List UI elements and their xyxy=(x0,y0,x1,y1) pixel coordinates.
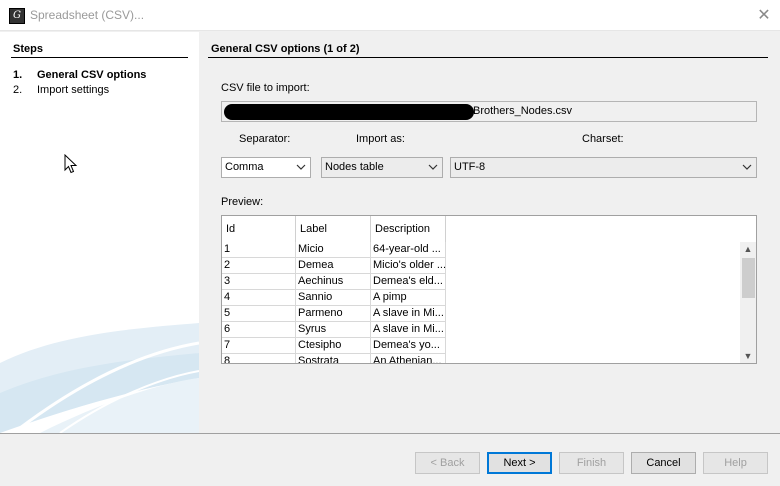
separator-select[interactable]: Comma xyxy=(221,157,311,178)
column-header-description[interactable]: Description xyxy=(371,216,446,242)
step-number: 2. xyxy=(13,84,23,96)
cancel-button[interactable]: Cancel xyxy=(631,452,696,474)
table-row[interactable]: 5 Parmeno A slave in Mi... xyxy=(222,306,446,322)
mouse-pointer-icon xyxy=(64,154,78,174)
back-button[interactable]: < Back xyxy=(415,452,480,474)
cell-description: Demea's yo... xyxy=(371,338,446,354)
title-bar: G Spreadsheet (CSV)... ✕ xyxy=(0,0,780,31)
cell-id: 5 xyxy=(222,306,296,322)
step-import-settings: 2. Import settings xyxy=(13,84,109,96)
chevron-down-icon xyxy=(742,164,752,170)
chevron-down-icon xyxy=(428,164,438,170)
cell-description: A slave in Mi... xyxy=(371,322,446,338)
app-logo-icon: G xyxy=(9,8,25,24)
file-name-text: Brothers_Nodes.csv xyxy=(473,105,573,117)
cell-label: Parmeno xyxy=(296,306,371,322)
cell-description: Micio's older ... xyxy=(371,258,446,274)
redacted-path xyxy=(224,104,474,120)
cell-id: 4 xyxy=(222,290,296,306)
cell-label: Aechinus xyxy=(296,274,371,290)
import-as-label: Import as: xyxy=(356,133,405,145)
window-title: Spreadsheet (CSV)... xyxy=(30,8,145,22)
table-row[interactable]: 6 Syrus A slave in Mi... xyxy=(222,322,446,338)
cell-id: 7 xyxy=(222,338,296,354)
close-icon[interactable]: ✕ xyxy=(749,5,779,27)
cell-id: 1 xyxy=(222,242,296,258)
chevron-down-icon xyxy=(296,164,306,170)
cell-description: An Athenian... xyxy=(371,354,446,363)
title-divider xyxy=(208,57,768,58)
steps-sidebar: Steps 1. General CSV options 2. Import set… xyxy=(0,32,199,433)
help-button[interactable]: Help xyxy=(703,452,768,474)
cell-description: Demea's eld... xyxy=(371,274,446,290)
scroll-down-icon[interactable]: ▼ xyxy=(740,349,756,363)
table-row[interactable]: 4 Sannio A pimp xyxy=(222,290,446,306)
cell-id: 3 xyxy=(222,274,296,290)
cell-label: Ctesipho xyxy=(296,338,371,354)
cell-id: 2 xyxy=(222,258,296,274)
cell-label: Sostrata xyxy=(296,354,371,363)
cell-description: 64-year-old ... xyxy=(371,242,446,258)
separator-label: Separator: xyxy=(239,133,291,145)
charset-select[interactable]: UTF-8 xyxy=(450,157,757,178)
preview-table[interactable]: Id Label Description 1 Micio 64-year-old… xyxy=(221,215,757,364)
table-row[interactable]: 2 Demea Micio's older ... xyxy=(222,258,446,274)
steps-divider xyxy=(11,57,188,58)
steps-title: Steps xyxy=(13,43,43,55)
footer-divider xyxy=(0,433,780,434)
column-header-label[interactable]: Label xyxy=(296,216,371,242)
page-title: General CSV options (1 of 2) xyxy=(211,43,360,55)
vertical-scrollbar[interactable]: ▲ ▼ xyxy=(740,242,756,363)
finish-button[interactable]: Finish xyxy=(559,452,624,474)
decorative-swoosh xyxy=(0,323,199,433)
step-number: 1. xyxy=(13,69,23,81)
scroll-thumb[interactable] xyxy=(742,258,755,298)
step-general-csv-options: 1. General CSV options xyxy=(13,69,146,81)
charset-label: Charset: xyxy=(582,133,624,145)
table-row[interactable]: 7 Ctesipho Demea's yo... xyxy=(222,338,446,354)
cell-description: A slave in Mi... xyxy=(371,306,446,322)
separator-value: Comma xyxy=(225,161,264,173)
column-header-id[interactable]: Id xyxy=(222,216,296,242)
step-label: General CSV options xyxy=(37,69,147,81)
file-label: CSV file to import: xyxy=(221,82,310,94)
cell-label: Sannio xyxy=(296,290,371,306)
preview-label: Preview: xyxy=(221,196,264,208)
next-button[interactable]: Next > xyxy=(487,452,552,474)
cell-id: 6 xyxy=(222,322,296,338)
cell-description: A pimp xyxy=(371,290,446,306)
charset-value: UTF-8 xyxy=(454,161,486,173)
cell-label: Demea xyxy=(296,258,371,274)
cell-id: 8 xyxy=(222,354,296,363)
table-row[interactable]: 3 Aechinus Demea's eld... xyxy=(222,274,446,290)
table-row[interactable]: 8 Sostrata An Athenian... xyxy=(222,354,446,363)
scroll-up-icon[interactable]: ▲ xyxy=(740,242,756,256)
import-as-value: Nodes table xyxy=(325,161,384,173)
import-as-select[interactable]: Nodes table xyxy=(321,157,443,178)
csv-file-field[interactable]: Brothers_Nodes.csv xyxy=(221,101,757,122)
cell-label: Micio xyxy=(296,242,371,258)
step-label: Import settings xyxy=(37,84,110,96)
cell-label: Syrus xyxy=(296,322,371,338)
table-row[interactable]: 1 Micio 64-year-old ... xyxy=(222,242,446,258)
